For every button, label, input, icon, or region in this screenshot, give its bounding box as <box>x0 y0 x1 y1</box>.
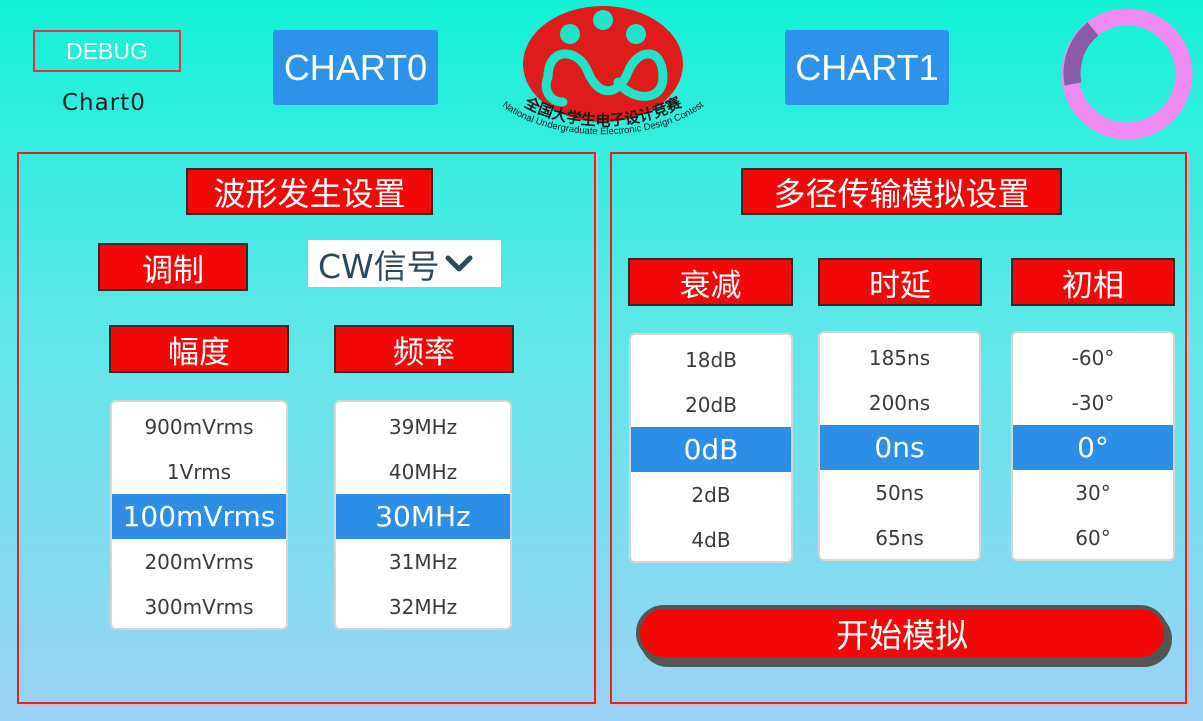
modulation-dropdown[interactable]: CW信号 <box>308 240 501 287</box>
multipath-title: 多径传输模拟设置 <box>741 168 1062 215</box>
roller-option[interactable]: 200ns <box>820 380 979 425</box>
frequency-roller[interactable]: 39MHz 40MHz 30MHz 31MHz 32MHz <box>334 400 512 630</box>
waveform-title: 波形发生设置 <box>186 168 433 215</box>
roller-option-selected[interactable]: 0ns <box>820 425 979 470</box>
start-simulation-button[interactable]: 开始模拟 <box>636 605 1168 661</box>
amplitude-roller[interactable]: 900mVrms 1Vrms 100mVrms 200mVrms 300mVrm… <box>110 400 288 630</box>
roller-option[interactable]: 30° <box>1013 470 1173 515</box>
chevron-down-icon <box>445 255 473 271</box>
attenuation-label: 衰减 <box>628 258 793 306</box>
amplitude-label: 幅度 <box>109 325 289 373</box>
roller-option[interactable]: 200mVrms <box>112 539 286 584</box>
delay-roller[interactable]: 185ns 200ns 0ns 50ns 65ns <box>818 331 981 561</box>
roller-option[interactable]: 32MHz <box>336 584 510 628</box>
roller-option[interactable]: 300mVrms <box>112 584 286 628</box>
roller-option[interactable]: 18dB <box>631 337 791 382</box>
roller-option-selected[interactable]: 30MHz <box>336 494 510 539</box>
chart0-button[interactable]: CHART0 <box>273 30 438 105</box>
roller-option[interactable]: 4dB <box>631 517 791 561</box>
roller-option[interactable]: 31MHz <box>336 539 510 584</box>
roller-option[interactable]: -30° <box>1013 380 1173 425</box>
roller-option[interactable]: 900mVrms <box>112 404 286 449</box>
chart-label: Chart0 <box>62 90 146 116</box>
roller-option[interactable]: 40MHz <box>336 449 510 494</box>
roller-option-selected[interactable]: 0dB <box>631 427 791 472</box>
roller-option[interactable]: 39MHz <box>336 404 510 449</box>
roller-option[interactable]: 2dB <box>631 472 791 517</box>
attenuation-roller[interactable]: 18dB 20dB 0dB 2dB 4dB <box>629 333 793 563</box>
contest-logo: 全国大学生电子设计竞赛 National Undergraduate Elect… <box>478 2 728 152</box>
roller-option[interactable]: 20dB <box>631 382 791 427</box>
roller-option[interactable]: 1Vrms <box>112 449 286 494</box>
chart1-button[interactable]: CHART1 <box>785 30 949 105</box>
modulation-label: 调制 <box>98 243 248 291</box>
modulation-value: CW信号 <box>318 246 440 286</box>
delay-label: 时延 <box>818 258 982 306</box>
roller-option[interactable]: 50ns <box>820 470 979 515</box>
roller-option-selected[interactable]: 100mVrms <box>112 494 286 539</box>
phase-roller[interactable]: -60° -30° 0° 30° 60° <box>1011 331 1175 561</box>
contest-logo-graphic: 全国大学生电子设计竞赛 National Undergraduate Elect… <box>500 6 706 137</box>
phase-label: 初相 <box>1011 258 1175 306</box>
roller-option[interactable]: 185ns <box>820 335 979 380</box>
debug-button[interactable]: DEBUG <box>33 30 181 72</box>
roller-option[interactable]: 60° <box>1013 515 1173 559</box>
roller-option[interactable]: -60° <box>1013 335 1173 380</box>
loading-spinner <box>1058 6 1198 146</box>
roller-option[interactable]: 65ns <box>820 515 979 559</box>
roller-option-selected[interactable]: 0° <box>1013 425 1173 470</box>
frequency-label: 频率 <box>334 325 514 373</box>
